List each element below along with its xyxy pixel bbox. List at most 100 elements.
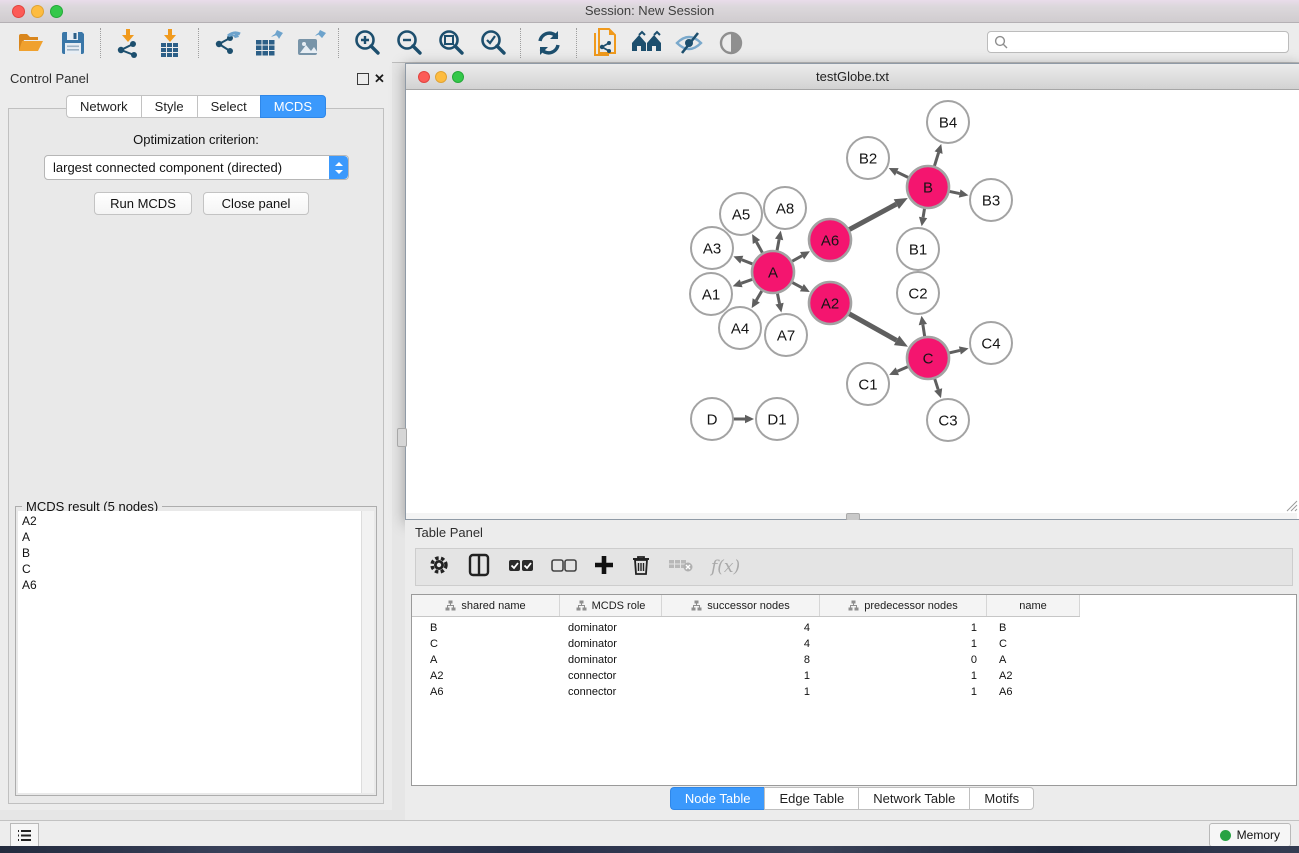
resize-grip-icon[interactable] (1285, 499, 1298, 512)
column-header-MCDS-role[interactable]: MCDS role (560, 595, 662, 616)
memory-label: Memory (1237, 828, 1280, 842)
delete-trash-icon[interactable] (631, 554, 651, 581)
tab-select[interactable]: Select (197, 95, 260, 118)
column-header-shared-name[interactable]: shared name (412, 595, 560, 616)
mcds-result-item[interactable]: A6 (22, 577, 362, 593)
close-panel-button[interactable]: Close panel (203, 192, 309, 215)
cell-MCDS-role: dominator (560, 620, 662, 636)
tab-edge-table[interactable]: Edge Table (764, 787, 858, 810)
graph-node-label: C3 (938, 413, 957, 430)
show-columns-icon[interactable] (467, 553, 491, 582)
graph-node-label: A1 (702, 287, 720, 304)
hide-details-eye-icon[interactable] (668, 26, 710, 60)
home-icon[interactable] (626, 26, 668, 60)
desktop-background-strip (0, 846, 1299, 853)
mcds-result-item[interactable]: A2 (22, 513, 362, 529)
select-all-checkboxes-icon[interactable] (508, 558, 534, 577)
column-header-name[interactable]: name (987, 595, 1080, 616)
minimize-traffic-light[interactable] (31, 5, 44, 18)
tab-network[interactable]: Network (66, 95, 141, 118)
import-table-icon[interactable] (150, 26, 192, 60)
arrowhead-icon (919, 316, 927, 326)
network-window-titlebar[interactable]: testGlobe.txt (406, 64, 1299, 90)
close-traffic-light[interactable] (12, 5, 25, 18)
export-network-icon[interactable] (206, 26, 248, 60)
mcds-result-scrollbar[interactable] (361, 511, 374, 793)
refresh-icon[interactable] (528, 26, 570, 60)
graph-node-label: A6 (821, 233, 839, 250)
column-header-label: MCDS role (592, 600, 646, 612)
node-table[interactable]: shared name MCDS role successor nodes prede… (411, 594, 1297, 786)
zoom-selected-icon[interactable] (472, 26, 514, 60)
deselect-all-checkboxes-icon[interactable] (551, 558, 577, 577)
show-details-eye-icon[interactable] (710, 26, 752, 60)
tab-node-table[interactable]: Node Table (670, 787, 765, 810)
zoom-fit-icon[interactable] (430, 26, 472, 60)
save-session-icon[interactable] (52, 26, 94, 60)
close-panel-icon[interactable]: ✕ (374, 71, 385, 87)
net-minimize-traffic-light[interactable] (435, 71, 447, 83)
cell-predecessor-nodes: 1 (820, 636, 987, 652)
column-header-successor-nodes[interactable]: successor nodes (662, 595, 820, 616)
zoom-in-icon[interactable] (346, 26, 388, 60)
network-canvas[interactable]: B4B2BB3A8A5A6A3B1AC2A1A2A4A7C4CC1DD1C3 (406, 90, 1297, 512)
tab-mcds[interactable]: MCDS (260, 95, 326, 118)
export-table-icon[interactable] (248, 26, 290, 60)
zoom-out-icon[interactable] (388, 26, 430, 60)
export-image-icon[interactable] (290, 26, 332, 60)
graph-node-label: D1 (767, 412, 786, 429)
arrowhead-icon (959, 189, 969, 197)
cell-MCDS-role: connector (560, 668, 662, 684)
memory-status-dot (1220, 830, 1231, 841)
function-builder-fx-icon: f(x) (711, 557, 740, 577)
float-window-icon[interactable] (357, 73, 369, 85)
arrowhead-icon (919, 217, 927, 227)
table-header-row: shared name MCDS role successor nodes prede… (412, 595, 1080, 617)
network-vscroll-thumb[interactable] (397, 428, 407, 447)
table-row[interactable]: A2connector11A2 (412, 668, 1080, 684)
graph-node-label: A4 (731, 321, 749, 338)
cell-successor-nodes: 4 (662, 636, 820, 652)
column-header-label: predecessor nodes (864, 600, 958, 612)
graph-node-label: A7 (777, 328, 795, 345)
open-session-document-icon[interactable] (584, 26, 626, 60)
search-input[interactable] (1008, 33, 1288, 51)
edge-A6-B[interactable] (847, 204, 897, 231)
edge-A2-C[interactable] (847, 312, 897, 340)
zoom-traffic-light[interactable] (50, 5, 63, 18)
arrowhead-icon (934, 388, 942, 398)
mcds-result-item[interactable]: C (22, 561, 362, 577)
table-row[interactable]: Cdominator41C (412, 636, 1080, 652)
cell-MCDS-role: dominator (560, 652, 662, 668)
memory-button[interactable]: Memory (1209, 823, 1291, 847)
column-header-predecessor-nodes[interactable]: predecessor nodes (820, 595, 987, 616)
import-network-icon[interactable] (108, 26, 150, 60)
search-icon (994, 35, 1008, 49)
search-field[interactable] (987, 31, 1289, 53)
net-zoom-traffic-light[interactable] (452, 71, 464, 83)
table-row[interactable]: A6connector11A6 (412, 684, 1080, 700)
hierarchy-column-icon (848, 600, 859, 611)
hierarchy-column-icon (576, 600, 587, 611)
mcds-result-box: MCDS result (5 nodes) A2ABCA6 (15, 506, 377, 796)
criterion-dropdown[interactable]: largest connected component (directed) (44, 155, 349, 180)
graph-node-label: C4 (981, 336, 1000, 353)
open-file-icon[interactable] (10, 26, 52, 60)
graph-node-label: B1 (909, 242, 927, 259)
mcds-result-item[interactable]: B (22, 545, 362, 561)
network-hscrollbar[interactable] (406, 513, 1297, 519)
run-mcds-button[interactable]: Run MCDS (94, 192, 192, 215)
tab-network-table[interactable]: Network Table (858, 787, 969, 810)
table-row[interactable]: Bdominator41B (412, 620, 1080, 636)
mcds-result-item[interactable]: A (22, 529, 362, 545)
settings-gear-icon[interactable] (428, 554, 450, 581)
tab-motifs[interactable]: Motifs (969, 787, 1034, 810)
tab-style[interactable]: Style (141, 95, 197, 118)
task-history-button[interactable] (10, 823, 39, 847)
table-row[interactable]: Adominator80A (412, 652, 1080, 668)
cell-successor-nodes: 1 (662, 684, 820, 700)
add-row-plus-icon[interactable] (594, 555, 614, 580)
net-close-traffic-light[interactable] (418, 71, 430, 83)
arrowhead-icon (775, 303, 783, 313)
graph-node-label: A8 (776, 201, 794, 218)
